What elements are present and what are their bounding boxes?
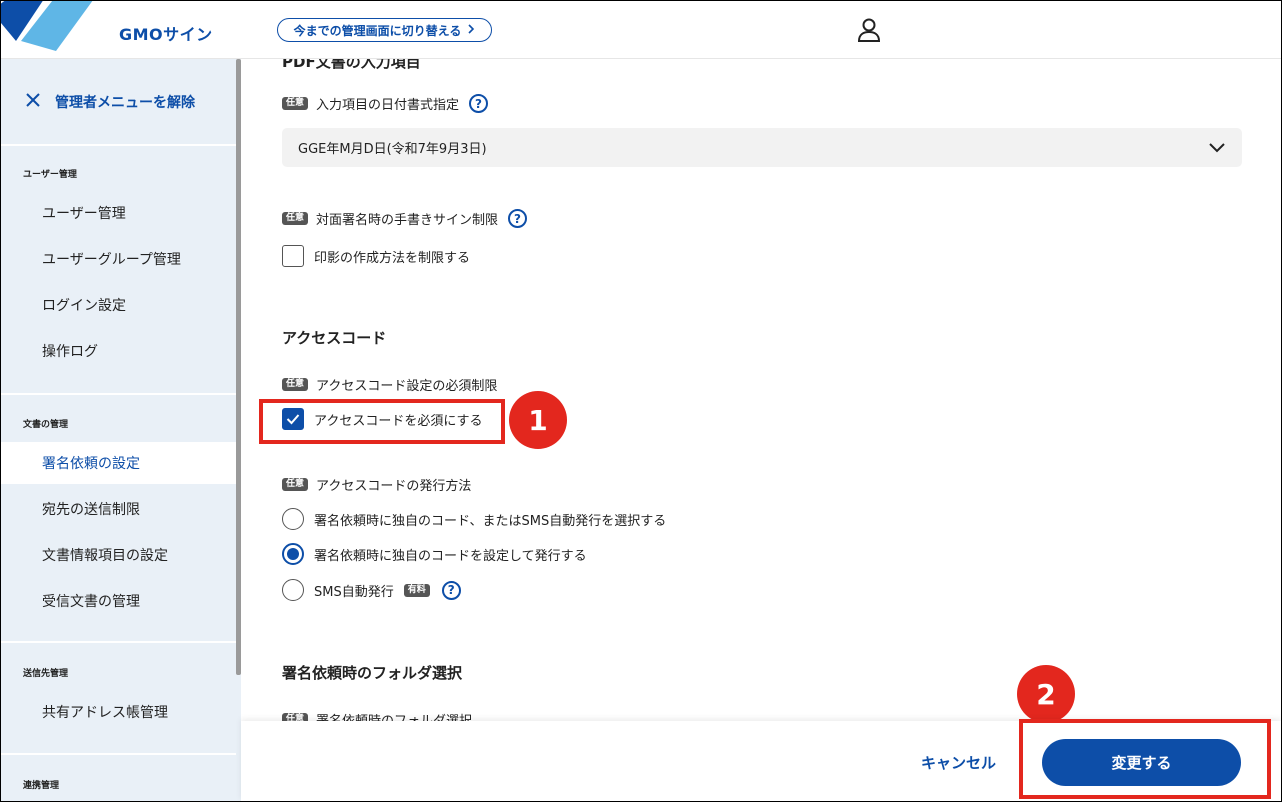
restrict-seal-checkbox[interactable] bbox=[282, 245, 304, 267]
sidebar-item-document-info-fields[interactable]: 文書情報項目の設定 bbox=[1, 534, 236, 576]
section-title-documents: 文書の管理 bbox=[23, 420, 69, 430]
section-title-user: ユーザー管理 bbox=[23, 170, 77, 180]
cancel-button[interactable]: キャンセル bbox=[921, 752, 996, 773]
issue-method-option-label: 署名依頼時に独自のコードを設定して発行する bbox=[314, 548, 587, 564]
sidebar-divider bbox=[1, 144, 236, 146]
handwriting-label: 対面署名時の手書きサイン制限 bbox=[316, 213, 499, 228]
annotation-step-2: 2 bbox=[1017, 665, 1075, 721]
annotation-highlight-1 bbox=[259, 399, 505, 444]
sidebar-item-operation-log[interactable]: 操作ログ bbox=[1, 330, 236, 372]
access-code-required-label: アクセスコード設定の必須制限 bbox=[316, 379, 498, 394]
main-content: PDF文書の入力項目 任意 入力項目の日付書式指定 ? GGE年M月D日(令和7… bbox=[241, 59, 1281, 721]
issue-method-option-label: SMS自動発行 bbox=[314, 584, 394, 600]
optional-badge: 任意 bbox=[282, 478, 309, 491]
issue-method-label-row: 任意 アクセスコードの発行方法 bbox=[282, 475, 471, 494]
date-format-select[interactable]: GGE年M月D日(令和7年9月3日) bbox=[282, 128, 1242, 167]
close-icon bbox=[25, 92, 41, 112]
logo-text: GMOサイン bbox=[119, 25, 213, 44]
section-title-recipients: 送信先管理 bbox=[23, 669, 69, 679]
handwriting-label-row: 任意 対面署名時の手書きサイン制限 ? bbox=[282, 209, 528, 228]
folder-selection-label-row: 任意 署名依頼時のフォルダ選択 bbox=[282, 710, 472, 721]
help-icon[interactable]: ? bbox=[508, 209, 528, 228]
logo-mark-icon bbox=[1, 1, 101, 51]
sidebar-divider bbox=[1, 641, 236, 643]
section-heading-pdf-fields: PDF文書の入力項目 bbox=[282, 59, 421, 71]
radio-button[interactable] bbox=[282, 508, 304, 530]
switch-admin-ui-button[interactable]: 今までの管理画面に切り替える bbox=[277, 18, 492, 42]
release-admin-menu-label: 管理者メニューを解除 bbox=[55, 94, 195, 111]
help-icon[interactable]: ? bbox=[441, 580, 461, 600]
folder-selection-label: 署名依頼時のフォルダ選択 bbox=[316, 710, 472, 721]
radio-button[interactable] bbox=[282, 579, 304, 601]
sidebar-item-shared-address-book[interactable]: 共有アドレス帳管理 bbox=[1, 691, 236, 733]
sidebar-item-user-group[interactable]: ユーザーグループ管理 bbox=[1, 238, 236, 280]
issue-method-label: アクセスコードの発行方法 bbox=[316, 479, 472, 494]
sidebar-item-received-documents[interactable]: 受信文書の管理 bbox=[1, 580, 236, 622]
optional-badge: 任意 bbox=[282, 713, 309, 721]
switch-admin-ui-label: 今までの管理画面に切り替える bbox=[293, 23, 462, 38]
issue-method-option-3[interactable]: SMS自動発行 有料 ? bbox=[282, 579, 461, 601]
sidebar-item-recipient-restriction[interactable]: 宛先の送信制限 bbox=[1, 488, 236, 530]
restrict-seal-checkbox-row[interactable]: 印影の作成方法を制限する bbox=[282, 245, 470, 267]
annotation-step-1: 1 bbox=[509, 391, 567, 449]
paid-badge: 有料 bbox=[403, 583, 430, 597]
date-format-value: GGE年M月D日(令和7年9月3日) bbox=[298, 142, 487, 157]
issue-method-option-2[interactable]: 署名依頼時に独自のコードを設定して発行する bbox=[282, 543, 587, 565]
help-icon[interactable]: ? bbox=[469, 94, 489, 113]
chevron-right-icon bbox=[467, 23, 475, 37]
release-admin-menu-button[interactable]: 管理者メニューを解除 bbox=[1, 59, 236, 144]
date-format-label-row: 任意 入力項目の日付書式指定 ? bbox=[282, 94, 489, 113]
sidebar-item-user-management[interactable]: ユーザー管理 bbox=[1, 192, 236, 234]
access-code-heading: アクセスコード bbox=[282, 329, 387, 347]
sidebar-divider bbox=[1, 753, 236, 755]
optional-badge: 任意 bbox=[282, 97, 309, 110]
restrict-seal-label: 印影の作成方法を制限する bbox=[314, 250, 471, 266]
access-code-required-label-row: 任意 アクセスコード設定の必須制限 bbox=[282, 375, 497, 394]
sidebar: 管理者メニューを解除 ユーザー管理 ユーザー管理 ユーザーグループ管理 ログイン… bbox=[1, 59, 241, 801]
date-format-label: 入力項目の日付書式指定 bbox=[316, 98, 460, 113]
folder-selection-heading: 署名依頼時のフォルダ選択 bbox=[282, 664, 463, 682]
optional-badge: 任意 bbox=[282, 212, 309, 225]
sidebar-divider bbox=[1, 393, 236, 395]
chevron-down-icon bbox=[1208, 138, 1226, 156]
header: GMOサイン 今までの管理画面に切り替える bbox=[1, 1, 1281, 59]
sidebar-item-signature-request-settings[interactable]: 署名依頼の設定 bbox=[1, 442, 236, 484]
app-window: GMOサイン 今までの管理画面に切り替える 管理者メニューを解除 ユーザー管理 … bbox=[0, 0, 1282, 802]
annotation-highlight-2 bbox=[1019, 719, 1271, 799]
user-account-icon[interactable] bbox=[856, 17, 882, 43]
issue-method-option-1[interactable]: 署名依頼時に独自のコード、またはSMS自動発行を選択する bbox=[282, 508, 666, 530]
optional-badge: 任意 bbox=[282, 378, 309, 391]
radio-button-selected[interactable] bbox=[282, 543, 304, 565]
sidebar-item-login-settings[interactable]: ログイン設定 bbox=[1, 284, 236, 326]
section-title-integration: 連携管理 bbox=[23, 781, 60, 791]
issue-method-option-label: 署名依頼時に独自のコード、またはSMS自動発行を選択する bbox=[314, 513, 667, 529]
